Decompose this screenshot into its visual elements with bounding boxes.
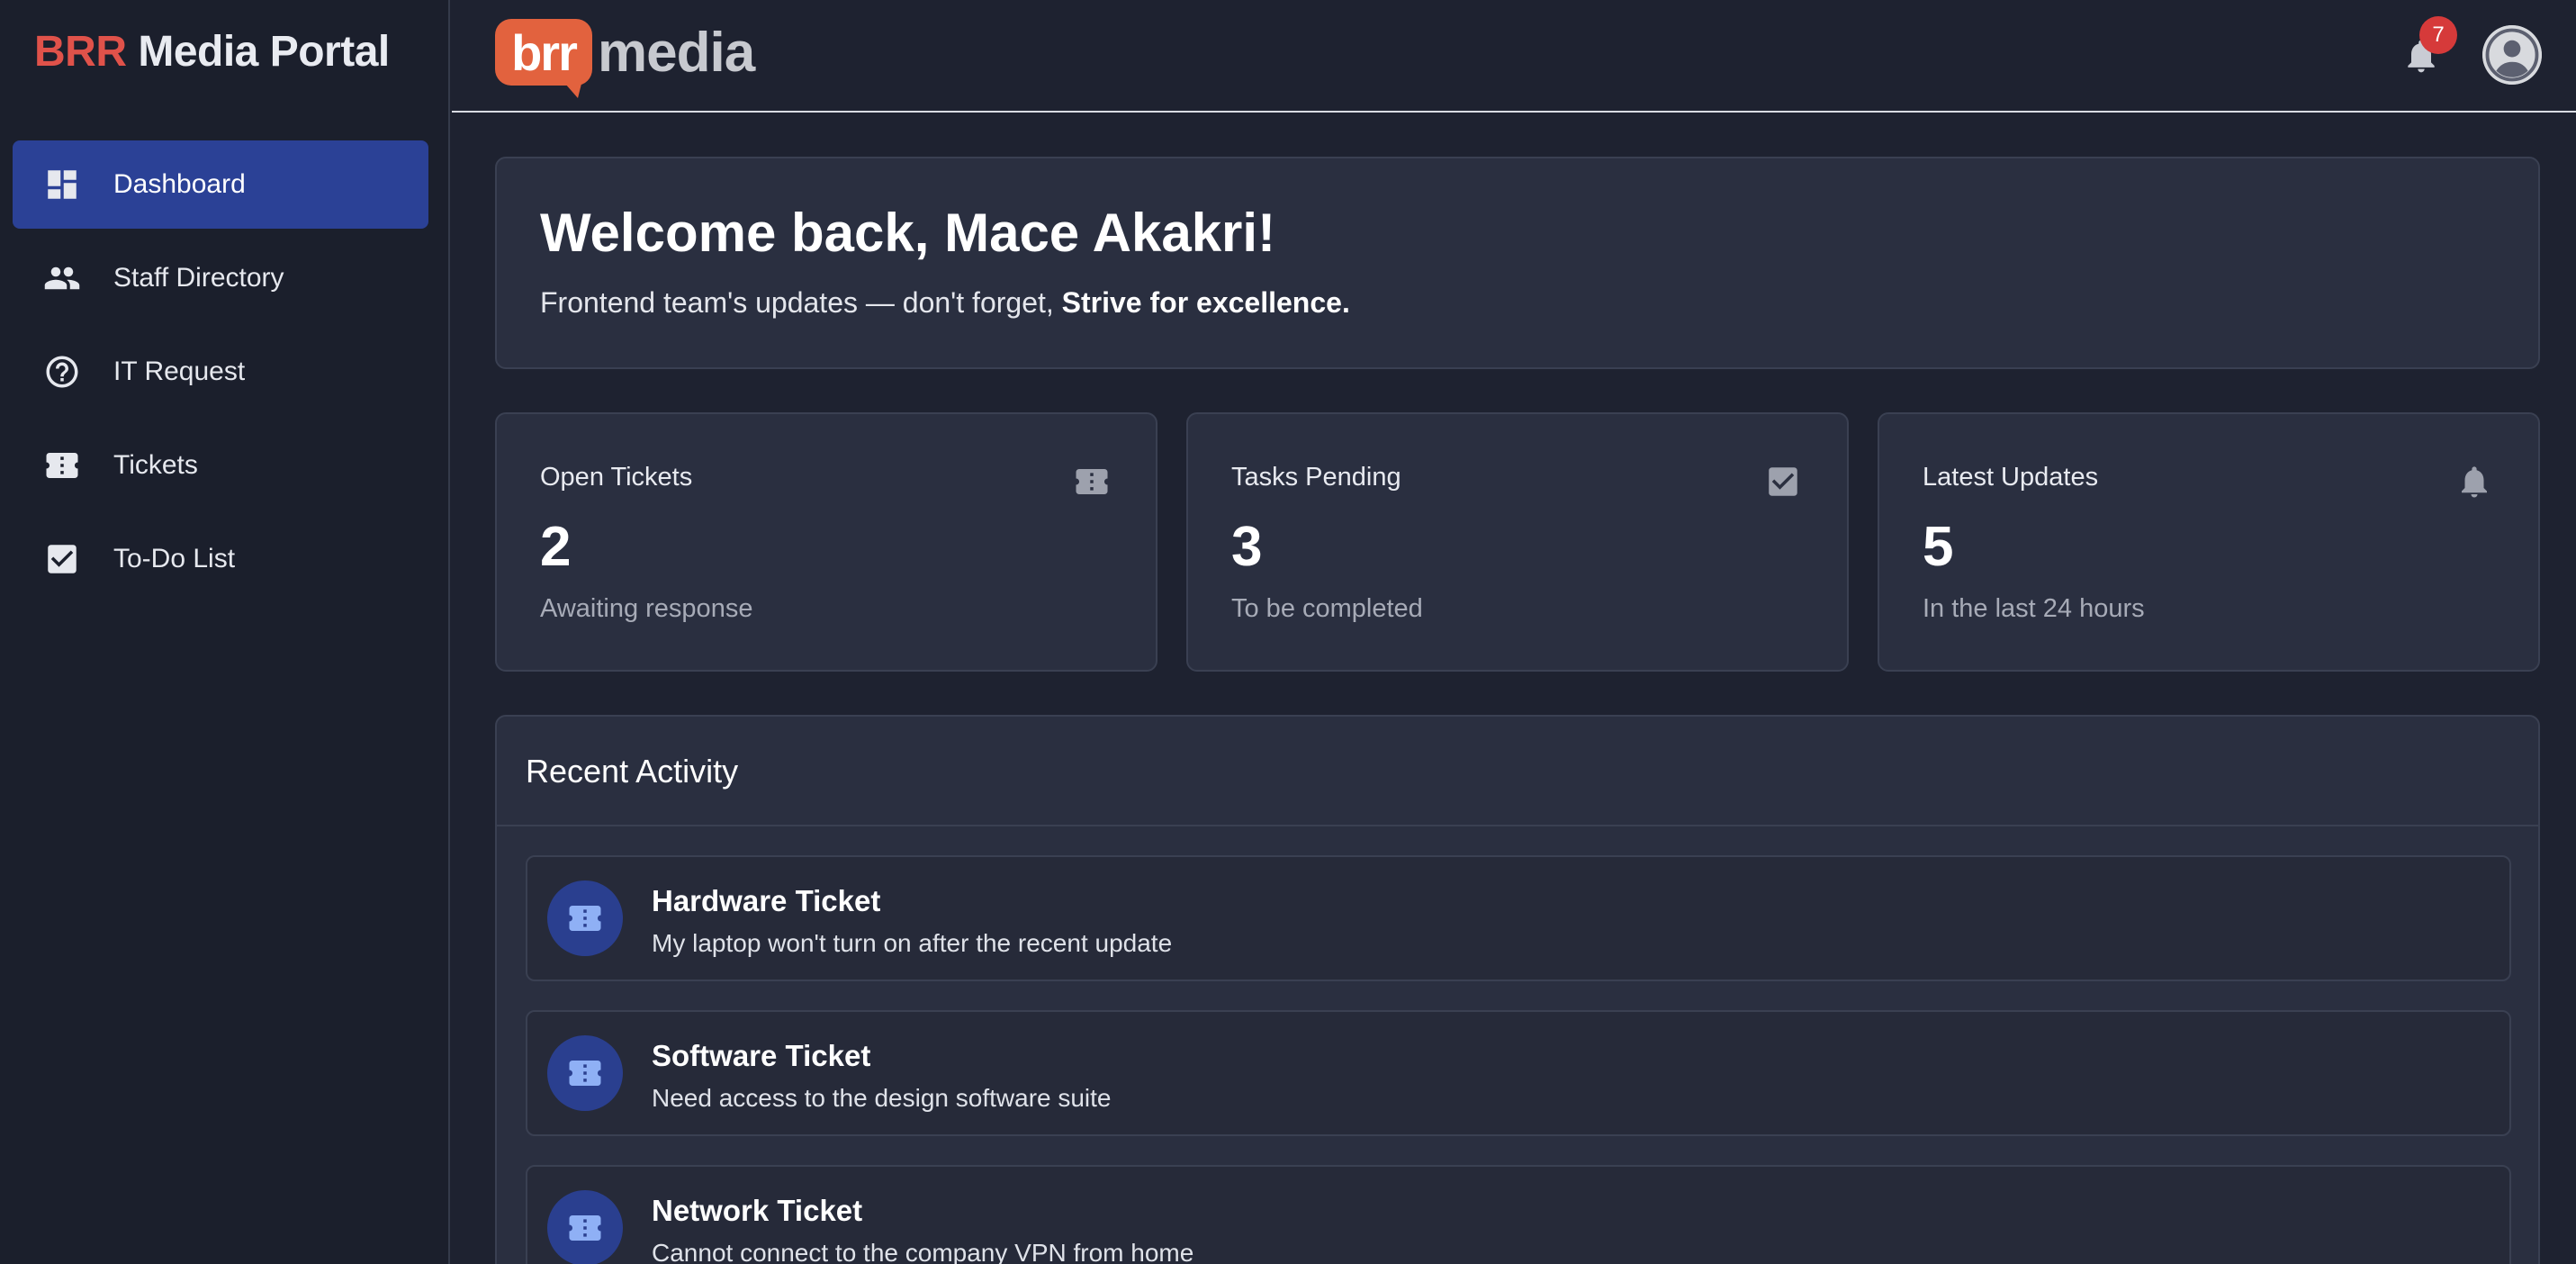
welcome-title: Welcome back, Mace Akakri! [540, 203, 1276, 263]
welcome-card: Welcome back, Mace Akakri! Frontend team… [495, 157, 2540, 369]
top-bar: brr media 7 [452, 0, 2576, 113]
sidebar-item-label: Dashboard [113, 169, 246, 199]
stat-card-latest-updates[interactable]: Latest Updates 5 In the last 24 hours [1878, 412, 2540, 672]
recent-activity-header: Recent Activity [497, 717, 2538, 826]
activity-description: Cannot connect to the company VPN from h… [652, 1239, 1194, 1264]
stat-value: 3 [1231, 516, 1263, 578]
sidebar-item-dashboard[interactable]: Dashboard [13, 140, 428, 229]
logo-word: media [598, 21, 755, 84]
activity-item-network-ticket[interactable]: Network Ticket Cannot connect to the com… [526, 1165, 2511, 1264]
bell-icon [2455, 463, 2493, 501]
activity-title: Software Ticket [652, 1039, 871, 1072]
activity-item-software-ticket[interactable]: Software Ticket Need access to the desig… [526, 1010, 2511, 1136]
people-icon [43, 259, 81, 297]
sidebar-nav: Dashboard Staff Directory IT Request Tic… [13, 140, 428, 609]
activity-description: My laptop won't turn on after the recent… [652, 929, 1173, 957]
user-icon [2482, 25, 2542, 85]
stat-value: 2 [540, 516, 572, 578]
brand-rest: Media Portal [138, 28, 390, 76]
activity-title: Hardware Ticket [652, 884, 881, 917]
welcome-motto: Strive for excellence. [1061, 286, 1350, 319]
checkbox-icon [1764, 463, 1802, 501]
stat-label: Open Tickets [540, 463, 693, 492]
sidebar: BRR Media Portal Dashboard Staff Directo… [0, 0, 450, 1264]
welcome-message: Frontend team's updates — don't forget, … [540, 286, 1350, 320]
sidebar-item-tickets[interactable]: Tickets [13, 421, 428, 510]
welcome-message-text: Frontend team's updates — don't forget, [540, 286, 1062, 319]
sidebar-item-staff-directory[interactable]: Staff Directory [13, 234, 428, 322]
stat-card-open-tickets[interactable]: Open Tickets 2 Awaiting response [495, 412, 1157, 672]
activity-item-hardware-ticket[interactable]: Hardware Ticket My laptop won't turn on … [526, 855, 2511, 981]
stat-subtext: To be completed [1231, 594, 1423, 623]
notification-count-badge: 7 [2419, 16, 2457, 54]
ticket-icon [43, 447, 81, 484]
stat-label: Tasks Pending [1231, 463, 1401, 492]
brand-accent: BRR [34, 28, 127, 76]
stat-subtext: In the last 24 hours [1923, 594, 2145, 623]
sidebar-item-label: Tickets [113, 450, 198, 480]
sidebar-item-label: Staff Directory [113, 263, 284, 293]
stat-label: Latest Updates [1923, 463, 2099, 492]
stat-value: 5 [1923, 516, 1954, 578]
dashboard-icon [43, 166, 81, 203]
sidebar-item-label: IT Request [113, 357, 246, 386]
activity-title: Network Ticket [652, 1194, 863, 1227]
sidebar-item-todo-list[interactable]: To-Do List [13, 515, 428, 603]
sidebar-item-label: To-Do List [113, 544, 236, 573]
help-circle-icon [43, 353, 81, 391]
ticket-icon [547, 1190, 623, 1264]
ticket-icon [1073, 463, 1111, 501]
ticket-icon [547, 1035, 623, 1111]
checkbox-icon [43, 540, 81, 578]
brand-title[interactable]: BRR Media Portal [34, 27, 390, 77]
sidebar-item-it-request[interactable]: IT Request [13, 328, 428, 416]
stat-card-tasks-pending[interactable]: Tasks Pending 3 To be completed [1186, 412, 1849, 672]
brr-media-logo[interactable]: brr media [495, 14, 755, 98]
recent-activity-title: Recent Activity [526, 753, 739, 790]
user-avatar-button[interactable] [2482, 25, 2542, 85]
stat-subtext: Awaiting response [540, 594, 753, 623]
activity-description: Need access to the design software suite [652, 1084, 1112, 1112]
logo-badge: brr [495, 19, 592, 98]
ticket-icon [547, 880, 623, 956]
recent-activity-panel: Recent Activity Hardware Ticket My lapto… [495, 715, 2540, 1264]
